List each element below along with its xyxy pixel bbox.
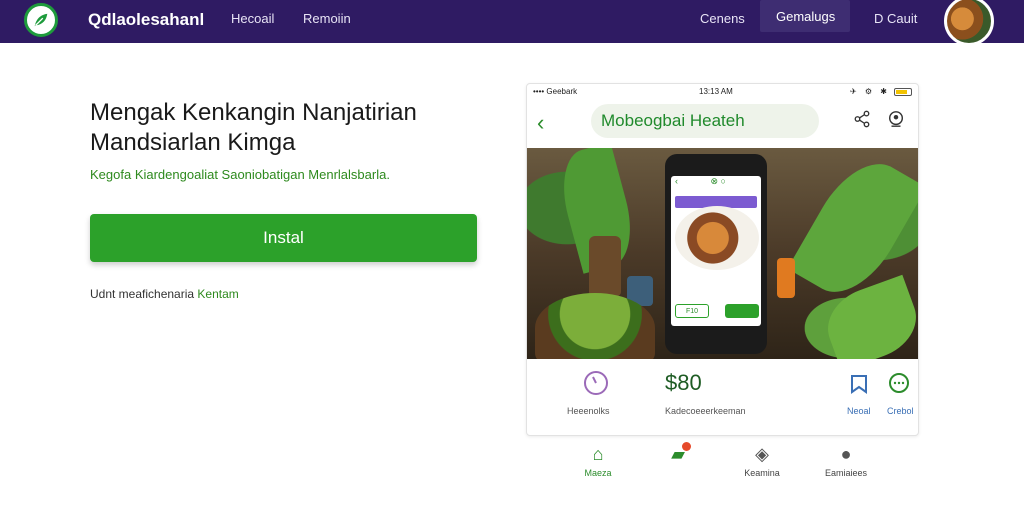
inner-screen: ‹ ⊗ ○ F10 <box>671 176 761 326</box>
phone-mockup: •••• Geebark 13:13 AM ✈ ⚙ ✱ ‹ Mobeogbai … <box>526 83 919 436</box>
nav-link-2[interactable]: Remoiin <box>303 11 351 26</box>
status-bar: •••• Geebark 13:13 AM ✈ ⚙ ✱ <box>527 84 918 100</box>
app-title: Mobeogbai Heateh <box>601 111 745 130</box>
nav-link-active-label: Gemalugs <box>776 8 836 24</box>
back-chevron-icon[interactable]: ‹ <box>537 110 544 136</box>
battery-icon <box>894 88 912 96</box>
nav-profile[interactable]: ● Eamiaiees <box>816 444 876 478</box>
cart-icon: ▰ <box>671 444 685 464</box>
home-icon: ⌂ <box>592 444 604 464</box>
avatar[interactable] <box>944 0 994 46</box>
hero-subtitle: Kegofa Kiardengoaliat Saoniobatigan Menr… <box>90 167 390 182</box>
nav-link-3[interactable]: Cenens <box>700 11 745 26</box>
foot-note: Udnt meafichenaria Kentam <box>90 287 239 301</box>
app-header: ‹ Mobeogbai Heateh <box>527 102 918 146</box>
leaf-icon[interactable] <box>24 3 58 37</box>
nav-cart[interactable]: ▰ <box>648 442 708 468</box>
app-title-bar[interactable]: Mobeogbai Heateh <box>591 104 819 138</box>
inner-price: F10 <box>675 304 709 318</box>
herb-bowl <box>535 293 655 359</box>
nav-home-label: Maeza <box>584 468 612 478</box>
nav-location-label: Keamina <box>744 468 780 478</box>
profile-icon[interactable] <box>887 110 905 133</box>
bookmark-label[interactable]: Neoal <box>847 406 871 416</box>
price-label: Kadecoeeerkeeman <box>665 406 746 416</box>
food-plate <box>675 206 759 270</box>
inner-header: ‹ ⊗ ○ <box>675 176 726 186</box>
nav-link-active[interactable]: Gemalugs <box>760 0 850 32</box>
brand-name[interactable]: Qdlaolesahanl <box>88 10 204 30</box>
location-icon: ◈ <box>755 444 769 464</box>
bookmark-icon[interactable] <box>847 372 871 402</box>
clay-jar <box>589 236 621 296</box>
time-label: Heeenolks <box>567 406 610 416</box>
status-icons: ✈ ⚙ ✱ <box>849 87 890 96</box>
cart-badge <box>682 442 691 451</box>
info-row: Heeenolks $80 Kadecoeeerkeeman Neoal Cre… <box>527 366 918 428</box>
price: $80 <box>665 370 702 395</box>
nav-location[interactable]: ◈ Keamina <box>732 444 792 478</box>
share-icon[interactable] <box>853 110 871 133</box>
top-navbar: Qdlaolesahanl Hecoail Remoiin Cenens Gem… <box>0 0 1024 46</box>
status-time: 13:13 AM <box>699 87 733 96</box>
foot-note-link[interactable]: Kentam <box>197 287 238 301</box>
hand-held-phone: ‹ ⊗ ○ F10 <box>665 154 767 354</box>
bottom-nav: ⌂ Maeza ▰ ◈ Keamina ● Eamiaiees <box>526 440 919 480</box>
clock-icon <box>583 370 609 402</box>
person-icon: ● <box>840 444 852 464</box>
chat-label[interactable]: Crebol <box>887 406 914 416</box>
install-button[interactable]: Instal <box>90 214 477 262</box>
chat-icon[interactable] <box>887 372 911 402</box>
foot-note-text: Udnt meafichenaria <box>90 287 195 301</box>
hero-title: Mengak Kenkangin Nanjatirian Mandsiarlan… <box>90 99 417 156</box>
nav-profile-label: Eamiaiees <box>824 468 868 478</box>
nav-home[interactable]: ⌂ Maeza <box>568 444 628 478</box>
lantern <box>777 258 795 298</box>
food-photo: ‹ ⊗ ○ F10 <box>527 148 918 359</box>
status-carrier: •••• Geebark <box>533 87 578 96</box>
inner-order-button <box>725 304 759 318</box>
inner-actions: F10 <box>675 304 759 320</box>
nav-link-1[interactable]: Hecoail <box>231 11 274 26</box>
nav-link-account[interactable]: D Cauit <box>874 11 917 26</box>
